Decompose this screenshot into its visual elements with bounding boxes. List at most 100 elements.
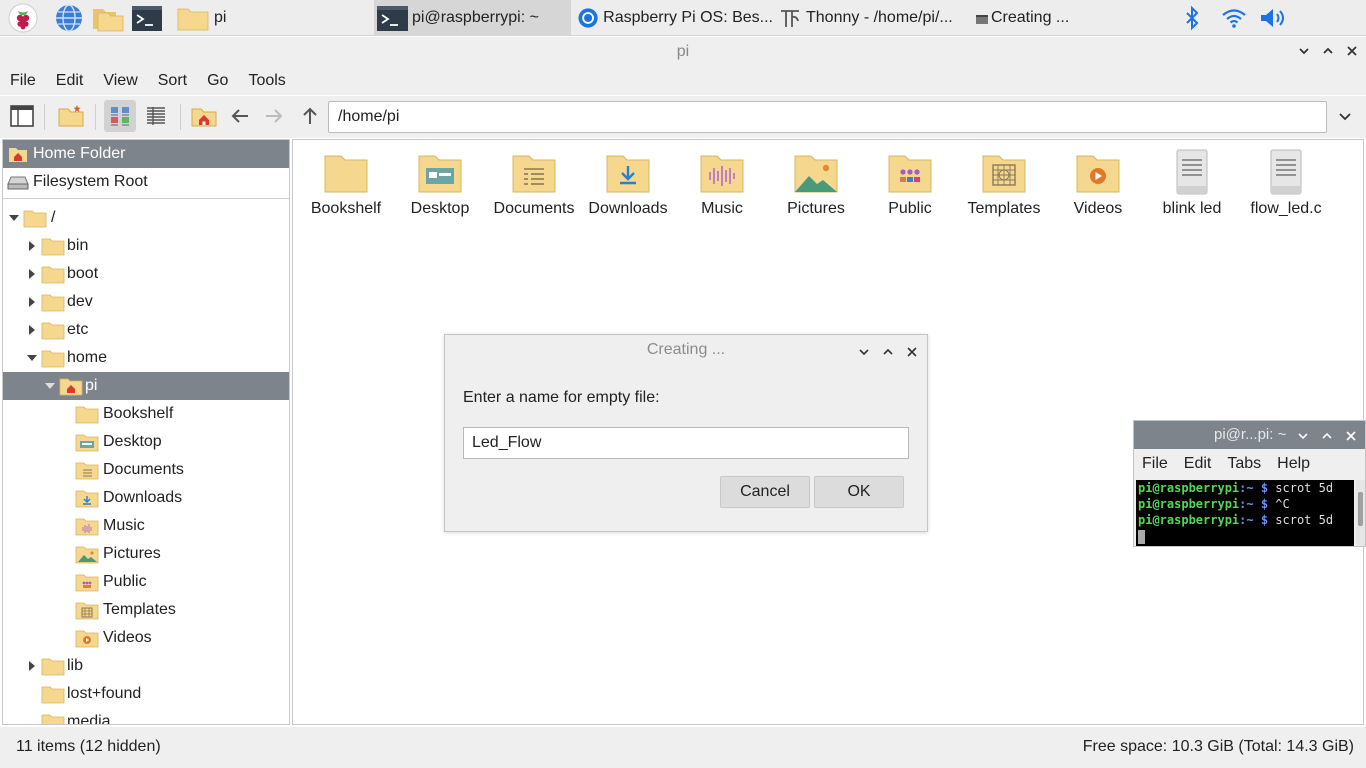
tree-item-public[interactable]: Public: [3, 568, 289, 596]
back-button[interactable]: [224, 100, 256, 132]
menu-tools[interactable]: Tools: [238, 72, 295, 90]
icon-view-icon: [111, 107, 129, 126]
task-thonny[interactable]: Thonny - /home/pi/...: [778, 0, 970, 36]
file-item-templates[interactable]: Templates: [957, 148, 1051, 228]
terminal-menu-edit[interactable]: Edit: [1176, 455, 1220, 473]
tree-item-downloads[interactable]: Downloads: [3, 484, 289, 512]
tree-item-videos[interactable]: Videos: [3, 624, 289, 652]
raspberry-menu-icon[interactable]: [8, 3, 38, 33]
home-folder-icon: [7, 144, 29, 164]
tree-item-root[interactable]: /: [3, 204, 289, 232]
menu-file[interactable]: File: [0, 72, 46, 90]
bluetooth-icon[interactable]: [1180, 3, 1204, 33]
folders-icon[interactable]: [92, 3, 124, 33]
file-item-downloads[interactable]: Downloads: [581, 148, 675, 228]
tree-item-pictures[interactable]: Pictures: [3, 540, 289, 568]
tree-item-templates[interactable]: Templates: [3, 596, 289, 624]
menu-go[interactable]: Go: [197, 72, 238, 90]
file-item-blink-led[interactable]: blink led: [1145, 148, 1239, 228]
maximize-icon[interactable]: [882, 345, 894, 357]
volume-icon[interactable]: [1258, 3, 1290, 33]
close-icon[interactable]: [1345, 429, 1357, 441]
globe-icon[interactable]: [54, 3, 84, 33]
wifi-icon[interactable]: [1219, 3, 1249, 33]
new-window-icon: [10, 105, 34, 127]
minimize-icon[interactable]: [1297, 429, 1309, 441]
command-text: scrot 5d: [1268, 513, 1334, 527]
forward-button[interactable]: [258, 100, 290, 132]
tree-label: Pictures: [103, 545, 161, 562]
terminal-window: pi@r...pi: ~ File Edit Tabs Help pi@rasp…: [1133, 420, 1366, 547]
tree-item-pi[interactable]: pi: [3, 372, 289, 400]
tree-item-etc[interactable]: etc: [3, 316, 289, 344]
terminal-menu-tabs[interactable]: Tabs: [1219, 455, 1269, 473]
home-folder-icon: [191, 108, 217, 127]
tree-item-documents[interactable]: Documents: [3, 456, 289, 484]
tree-item-desktop[interactable]: Desktop: [3, 428, 289, 456]
close-icon[interactable]: [1345, 44, 1359, 58]
task-label: Thonny - /home/pi/...: [806, 9, 953, 26]
terminal-line: pi@raspberrypi:~ $ scrot 5d: [1138, 480, 1354, 496]
tree-item-lib[interactable]: lib: [3, 652, 289, 680]
task-label: Raspberry Pi OS: Bes...: [603, 9, 773, 26]
tree-item-music[interactable]: Music: [3, 512, 289, 540]
terminal-menu-help[interactable]: Help: [1269, 455, 1318, 473]
file-item-documents[interactable]: Documents: [487, 148, 581, 228]
filename-input[interactable]: [463, 427, 909, 459]
file-item-pictures[interactable]: Pictures: [769, 148, 863, 228]
menu-view[interactable]: View: [93, 72, 147, 90]
task-creating-dialog[interactable]: Creating ...: [974, 0, 1074, 36]
folder-icon: [41, 348, 65, 368]
menu-edit[interactable]: Edit: [46, 72, 94, 90]
path-input[interactable]: /home/pi: [328, 101, 1327, 133]
collapsed-arrow-icon: [25, 659, 39, 673]
file-item-videos[interactable]: Videos: [1051, 148, 1145, 228]
tree-item-boot[interactable]: boot: [3, 260, 289, 288]
terminal-icon[interactable]: [131, 3, 162, 33]
path-dropdown-button[interactable]: [1333, 106, 1357, 128]
task-browser[interactable]: Raspberry Pi OS: Bes...: [577, 0, 773, 36]
chevron-down-icon: [1339, 113, 1351, 121]
task-terminal[interactable]: pi@raspberrypi: ~: [374, 0, 571, 36]
list-view-button[interactable]: [140, 100, 172, 132]
collapsed-arrow-icon: [25, 267, 39, 281]
pictures-folder-icon: [75, 544, 99, 564]
task-file-manager[interactable]: pi: [176, 0, 370, 36]
menu-sort[interactable]: Sort: [148, 72, 197, 90]
tree-item-home[interactable]: home: [3, 344, 289, 372]
new-folder-button[interactable]: [55, 100, 87, 132]
close-icon[interactable]: [906, 345, 918, 357]
folder-icon: [177, 8, 209, 31]
tree-item-lost-found[interactable]: lost+found: [3, 680, 289, 708]
file-item-music[interactable]: Music: [675, 148, 769, 228]
documents-folder-icon: [512, 155, 556, 193]
home-button[interactable]: [188, 100, 220, 132]
collapsed-arrow-icon: [25, 239, 39, 253]
minimize-icon[interactable]: [858, 345, 870, 357]
new-window-button[interactable]: [6, 100, 38, 132]
cancel-button[interactable]: Cancel: [720, 476, 810, 508]
dialog-title: Creating ...: [646, 341, 726, 358]
file-label: flow_led.c: [1250, 200, 1322, 217]
icon-view-button[interactable]: [104, 100, 136, 132]
scrollbar-thumb[interactable]: [1358, 492, 1363, 526]
place-home-folder[interactable]: Home Folder: [3, 140, 289, 168]
terminal-scrollbar[interactable]: [1356, 480, 1365, 546]
tree-item-dev[interactable]: dev: [3, 288, 289, 316]
terminal-line: [1138, 528, 1354, 544]
maximize-icon[interactable]: [1321, 44, 1335, 58]
file-item-flow-led-c[interactable]: flow_led.c: [1239, 148, 1333, 228]
minimize-icon[interactable]: [1297, 44, 1311, 58]
tree-item-media[interactable]: media: [3, 708, 289, 724]
terminal-menu-file[interactable]: File: [1134, 455, 1176, 473]
file-item-bookshelf[interactable]: Bookshelf: [299, 148, 393, 228]
file-item-desktop[interactable]: Desktop: [393, 148, 487, 228]
up-button[interactable]: [294, 100, 326, 132]
ok-button[interactable]: OK: [814, 476, 904, 508]
maximize-icon[interactable]: [1321, 429, 1333, 441]
place-filesystem-root[interactable]: Filesystem Root: [3, 168, 289, 196]
tree-item-bookshelf[interactable]: Bookshelf: [3, 400, 289, 428]
tree-item-bin[interactable]: bin: [3, 232, 289, 260]
file-item-public[interactable]: Public: [863, 148, 957, 228]
terminal-output[interactable]: pi@raspberrypi:~ $ scrot 5d pi@raspberry…: [1136, 480, 1354, 546]
